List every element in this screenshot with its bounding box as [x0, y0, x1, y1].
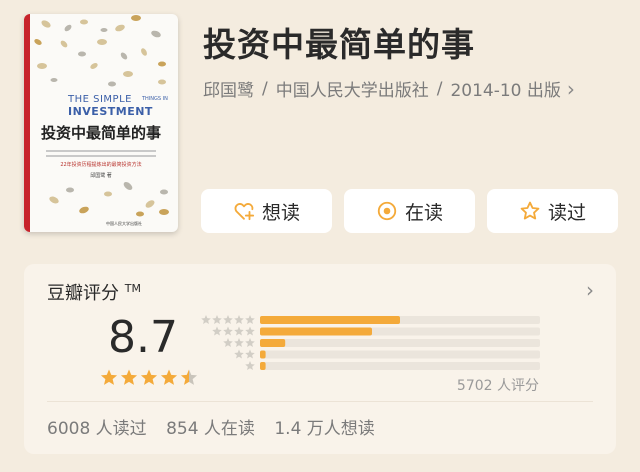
heart-plus-icon — [234, 203, 255, 221]
rating-title: 豆瓣评分 TM — [47, 279, 141, 305]
cover-english-small: THINGS IN — [142, 96, 168, 102]
distribution-bar-track — [260, 350, 540, 359]
meta-separator: / — [436, 78, 443, 99]
read-count: 6008 人读过 — [47, 419, 147, 439]
cover-text-line — [46, 150, 156, 152]
rating-star — [180, 369, 198, 385]
rating-distribution — [201, 315, 540, 371]
rating-score: 8.7 — [108, 312, 178, 363]
distribution-star — [212, 326, 222, 336]
distribution-star — [245, 349, 255, 359]
distribution-star — [245, 361, 255, 371]
book-meta-link[interactable]: 邱国鹭 / 中国人民大学出版社 / 2014-10 出版 › — [203, 76, 575, 102]
cover-english-title-1: THE SIMPLE — [68, 94, 132, 105]
rating-star — [120, 369, 138, 385]
rating-star — [140, 369, 158, 385]
distribution-star — [245, 338, 255, 348]
want-to-read-label: 想读 — [261, 201, 300, 224]
have-read-label: 读过 — [547, 201, 586, 224]
distribution-star — [223, 338, 233, 348]
circle-dot-icon — [377, 201, 397, 221]
distribution-star — [234, 326, 244, 336]
distribution-bar-5-star — [260, 316, 400, 324]
distribution-bar-track — [260, 339, 540, 347]
cover-chinese-title: 投资中最简单的事 — [40, 124, 161, 142]
distribution-star — [245, 326, 255, 336]
distribution-bar-2-star — [260, 350, 266, 359]
want-count: 1.4 万人想读 — [274, 419, 375, 439]
have-read-button[interactable]: 读过 — [487, 189, 618, 233]
distribution-bar-4-star — [260, 327, 372, 336]
distribution-star — [212, 315, 222, 325]
distribution-star — [234, 349, 244, 359]
score-stars — [100, 369, 198, 385]
cover-text-line — [46, 155, 156, 157]
distribution-star — [201, 315, 211, 325]
distribution-star — [223, 315, 233, 325]
cover-subtitle: 22年投资历程提炼出的最简投资方法 — [60, 162, 142, 168]
distribution-star — [223, 326, 233, 336]
reading-button[interactable]: 在读 — [344, 189, 475, 233]
author-name: 邱国鹭 — [203, 81, 254, 101]
meta-separator: / — [262, 78, 268, 99]
want-to-read-button[interactable]: 想读 — [201, 189, 332, 233]
reader-stats: 6008 人读过 854 人在读 1.4 万人想读 — [47, 414, 389, 439]
rating-star — [160, 369, 178, 385]
cover-author: 邱国鹭 著 — [90, 173, 112, 179]
chevron-right-icon: › — [566, 76, 575, 101]
distribution-bar-1-star — [260, 362, 266, 370]
distribution-bar-track — [260, 362, 540, 370]
book-cover[interactable]: THE SIMPLE THINGS IN INVESTMENT 投资中最简单的事… — [24, 14, 178, 232]
cover-publisher: 中国人民大学出版社 — [106, 221, 142, 226]
rating-count: 5702 人评分 — [456, 378, 539, 394]
publisher-name: 中国人民大学出版社 — [275, 81, 429, 101]
distribution-star — [245, 315, 255, 325]
card-divider — [47, 401, 593, 402]
chevron-right-icon[interactable]: › — [586, 278, 594, 302]
rating-card[interactable]: 豆瓣评分 TM › 8.7 5702 人评分 6008 人读过 854 人在读 … — [24, 264, 616, 454]
rating-title-text: 豆瓣评分 — [47, 283, 119, 304]
publish-date: 2014-10 出版 — [450, 81, 561, 101]
rating-star — [100, 369, 118, 385]
distribution-star — [234, 315, 244, 325]
trademark-mark: TM — [124, 282, 141, 295]
distribution-star — [234, 338, 244, 348]
distribution-bar-3-star — [260, 339, 286, 347]
reading-label: 在读 — [404, 201, 443, 224]
cover-english-title-2: INVESTMENT — [68, 105, 153, 118]
book-title: 投资中最简单的事 — [203, 25, 475, 64]
reading-count: 854 人在读 — [166, 419, 255, 439]
star-outline-icon — [520, 201, 540, 220]
